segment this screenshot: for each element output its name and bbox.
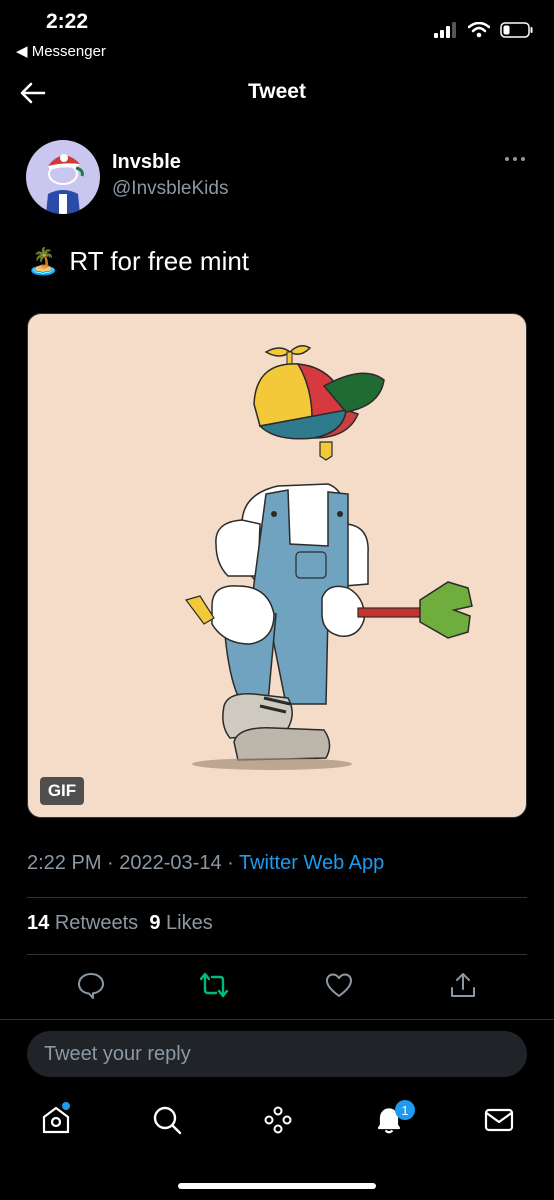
retweets-count: 14 [27,912,50,934]
divider [27,897,527,898]
likes-count: 9 [149,912,161,934]
tweet-timestamp: 2:22 PM · 2022-03-14 · Twitter Web App [27,852,384,875]
reply-placeholder: Tweet your reply [44,1043,191,1065]
island-emoji: 🏝️ [27,246,60,276]
status-icons [434,22,534,38]
author-name[interactable]: Invsble [112,151,181,174]
tweet-stats: 14 Retweets 9 Likes [27,912,213,935]
author-handle[interactable]: @InvsbleKids [112,178,228,200]
reply-icon[interactable] [76,970,106,1000]
likes-label: Likes [166,912,213,934]
tweet-date: 2022-03-14 [119,852,222,874]
share-icon[interactable] [448,970,478,1000]
page-title: Tweet [248,80,306,103]
divider [27,954,527,955]
tweet-source-link[interactable]: Twitter Web App [239,852,384,874]
spaces-icon[interactable] [262,1104,294,1136]
search-icon[interactable] [151,1104,183,1136]
tweet-body: RT for free mint [69,246,250,276]
invisible-kid-illustration [184,345,473,770]
back-to-messenger-link[interactable]: ◀ Messenger [16,42,106,60]
wifi-icon [468,22,490,38]
tweet-time: 2:22 PM [27,852,102,874]
retweet-icon[interactable] [199,970,229,1000]
messages-mail-icon[interactable] [483,1104,515,1136]
more-options-icon[interactable] [504,154,526,164]
tweet-media-gif[interactable] [27,313,527,818]
meta-separator: · [101,852,120,874]
home-unread-dot [62,1102,70,1110]
like-heart-icon[interactable] [324,970,354,1000]
divider [0,1019,554,1020]
home-indicator[interactable] [178,1183,376,1189]
signal-icon [434,22,456,38]
gif-badge: GIF [40,777,84,805]
battery-icon [500,22,533,38]
status-time: 2:22 [46,10,89,33]
retweets-stat[interactable]: 14 Retweets [27,912,138,934]
notifications-badge: 1 [395,1100,415,1120]
likes-stat[interactable]: 9 Likes [149,912,212,934]
meta-separator: · [221,852,239,874]
avatar[interactable] [26,140,100,214]
retweets-label: Retweets [54,912,139,934]
tweet-text: 🏝️ RT for free mint [27,246,249,277]
